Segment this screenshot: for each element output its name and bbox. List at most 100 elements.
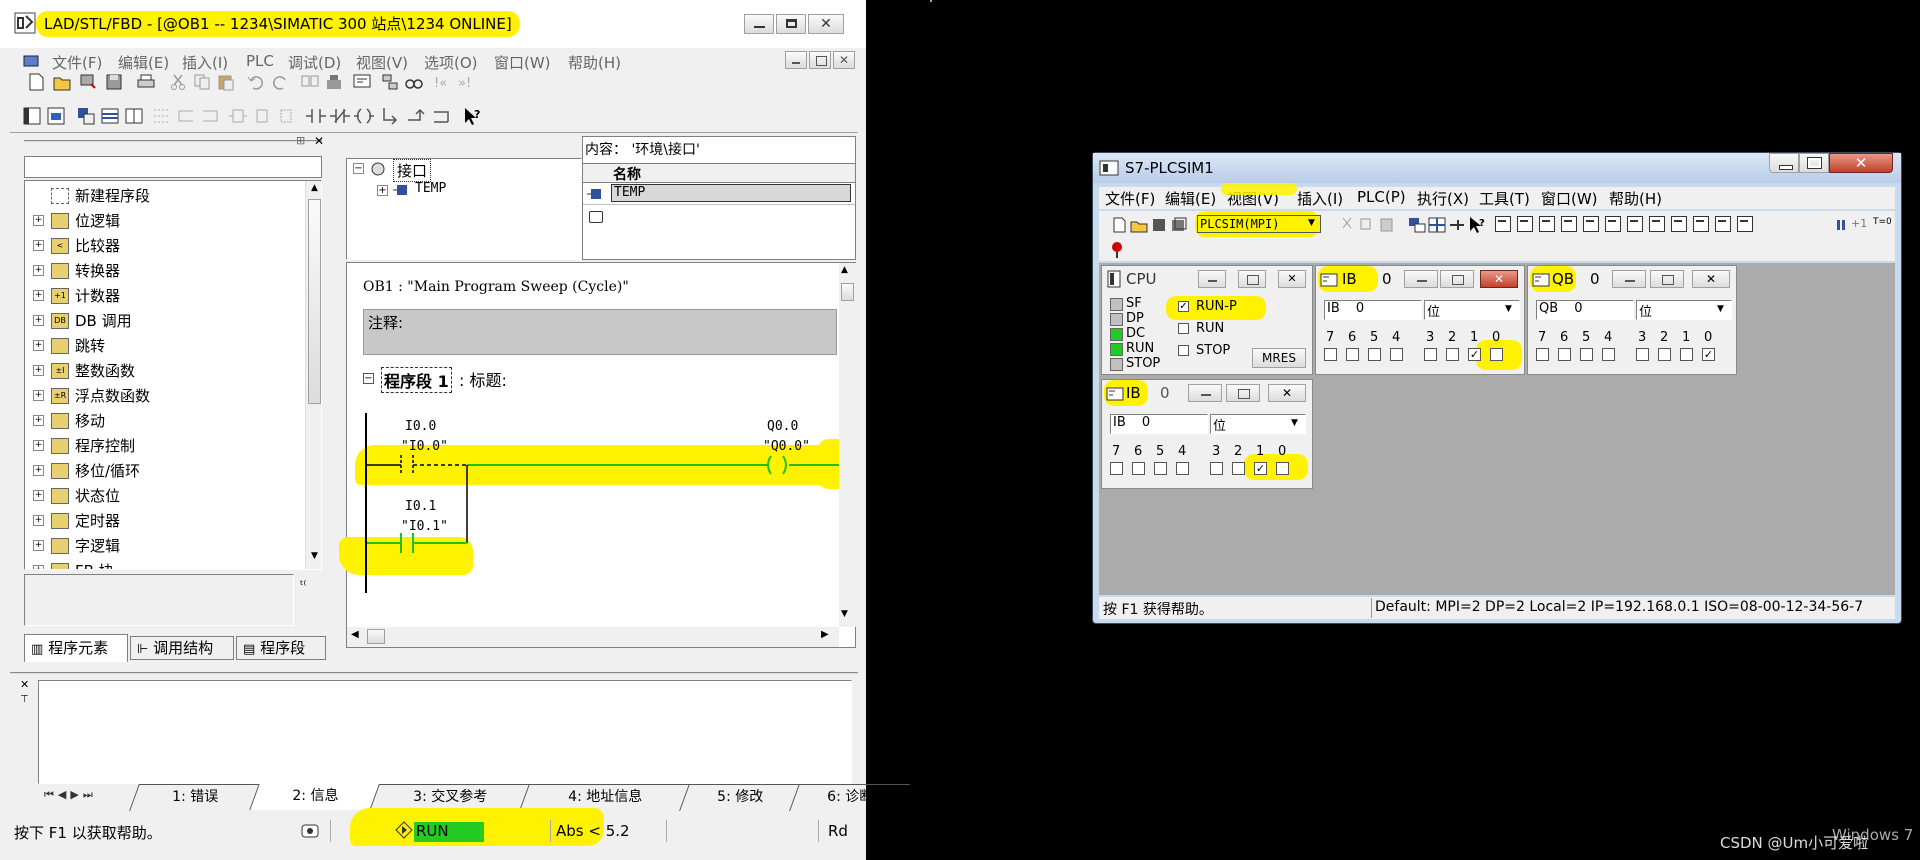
tree-expand-icon[interactable]: + xyxy=(33,515,44,526)
qb-address-field[interactable]: QB 0 xyxy=(1536,300,1634,320)
panel-close-button[interactable]: ✕ xyxy=(1278,270,1306,288)
details-tab[interactable]: 4: 地址信息 xyxy=(519,784,690,811)
mode-checkbox[interactable]: ✓ xyxy=(1178,301,1189,312)
save-all-icon[interactable] xyxy=(1169,215,1189,235)
insert-timer-icon[interactable] xyxy=(1561,216,1577,232)
insert-input-icon[interactable] xyxy=(1495,216,1511,232)
chevron-down-icon[interactable]: ▼ xyxy=(1717,304,1724,314)
tree-item[interactable]: + 字逻辑 xyxy=(33,535,303,557)
insert-stacks-icon[interactable] xyxy=(1693,216,1709,232)
details-tab[interactable]: 3: 交叉参考 xyxy=(369,784,530,811)
panel-maximize-button[interactable] xyxy=(1440,270,1474,288)
insert-generic-icon[interactable] xyxy=(1605,216,1621,232)
tree-expand-icon[interactable]: + xyxy=(33,340,44,351)
tree-item[interactable]: + 跳转 xyxy=(33,335,303,357)
goto-next-icon[interactable]: »! xyxy=(458,72,478,92)
branch-close-icon[interactable] xyxy=(200,106,220,126)
coil-icon[interactable] xyxy=(354,106,374,126)
tree-expand-icon[interactable]: + xyxy=(33,390,44,401)
panel-minimize-button[interactable] xyxy=(1188,384,1222,402)
tree-expand-icon[interactable]: + xyxy=(33,440,44,451)
panel-minimize-button[interactable] xyxy=(1404,270,1438,288)
insert-output-icon[interactable] xyxy=(1517,216,1533,232)
bit-checkbox[interactable] xyxy=(1490,348,1503,361)
bit-checkbox[interactable] xyxy=(1636,348,1649,361)
box2-icon[interactable] xyxy=(252,106,272,126)
mode-checkbox[interactable] xyxy=(1178,345,1189,356)
cut-icon[interactable] xyxy=(1337,215,1357,235)
tree-item[interactable]: + 转换器 xyxy=(33,260,303,282)
maximize-button[interactable] xyxy=(776,14,806,34)
bit-checkbox[interactable] xyxy=(1154,462,1167,475)
stl-view-icon[interactable] xyxy=(100,106,120,126)
branch-up-icon[interactable] xyxy=(406,106,426,126)
details-tab[interactable]: 1: 错误 xyxy=(129,784,260,811)
editor-hscrollbar[interactable]: ◀ ▶ xyxy=(347,627,839,647)
bit-checkbox[interactable] xyxy=(1558,348,1571,361)
panel-pin-icon[interactable]: ⊞ xyxy=(296,134,310,148)
redo-icon[interactable] xyxy=(270,72,290,92)
interface-root-label[interactable]: 接口 xyxy=(393,159,432,182)
branch-close2-icon[interactable] xyxy=(432,106,452,126)
tree-item[interactable]: + ±R 浮点数函数 xyxy=(33,385,303,407)
panel-close-button[interactable]: ✕ xyxy=(1480,270,1518,288)
view-details-icon[interactable] xyxy=(46,106,66,126)
tree-scrollbar[interactable]: ▲ ▼ xyxy=(305,181,321,569)
box3-icon[interactable] xyxy=(276,106,296,126)
panel-maximize-button[interactable] xyxy=(1650,270,1684,288)
comment-area[interactable]: 注释: xyxy=(363,309,837,355)
scroll-down-arrow[interactable]: ▼ xyxy=(308,551,321,564)
scroll-thumb[interactable] xyxy=(308,199,321,404)
chevron-down-icon[interactable]: ▼ xyxy=(1291,418,1298,428)
print-icon[interactable] xyxy=(136,72,156,92)
ib-address-field[interactable]: IB 0 xyxy=(1324,300,1422,320)
tree-expand-icon[interactable]: + xyxy=(33,490,44,501)
panel-minimize-button[interactable] xyxy=(1612,270,1646,288)
bit-checkbox[interactable] xyxy=(1602,348,1615,361)
chevron-down-icon[interactable]: ▼ xyxy=(1308,218,1315,228)
tree-expand-icon[interactable]: + xyxy=(33,465,44,476)
tree-expand-icon[interactable]: + xyxy=(33,565,44,569)
compare-icon[interactable] xyxy=(300,72,320,92)
module-icon[interactable] xyxy=(324,72,344,92)
tree-item[interactable]: + 位逻辑 xyxy=(33,210,303,232)
bit-checkbox[interactable]: ✓ xyxy=(1468,348,1481,361)
network-collapse-icon[interactable]: − xyxy=(363,373,374,384)
tree-item[interactable]: + DB DB 调用 xyxy=(33,310,303,332)
bit-checkbox[interactable] xyxy=(1424,348,1437,361)
minimize-button[interactable] xyxy=(1769,153,1799,173)
bit-checkbox[interactable] xyxy=(1680,348,1693,361)
tree-expand-icon[interactable]: + xyxy=(33,315,44,326)
bit-checkbox[interactable] xyxy=(1210,462,1223,475)
maximize-button[interactable] xyxy=(1799,153,1829,173)
details-close-icon[interactable]: ✕ xyxy=(20,678,29,691)
bit-checkbox[interactable] xyxy=(1658,348,1671,361)
timer-reset[interactable]: T=0 xyxy=(1873,217,1892,227)
menu-help[interactable]: 帮助(H) xyxy=(1609,188,1662,209)
glasses-icon[interactable] xyxy=(404,72,424,92)
details-tab[interactable]: 5: 修改 xyxy=(679,784,800,811)
tree-item[interactable]: + ±I 整数函数 xyxy=(33,360,303,382)
cascade-icon[interactable] xyxy=(1407,215,1427,235)
download-icon[interactable] xyxy=(78,72,98,92)
tree-expand-icon[interactable]: + xyxy=(33,365,44,376)
new-icon[interactable] xyxy=(1109,215,1129,235)
insert-inputs-icon[interactable] xyxy=(1715,216,1731,232)
row-name-cell[interactable]: TEMP xyxy=(611,184,851,202)
open-icon[interactable] xyxy=(1129,215,1149,235)
save-icon[interactable] xyxy=(104,72,124,92)
scroll-left-arrow[interactable]: ◀ xyxy=(351,629,359,640)
paste-icon[interactable] xyxy=(216,72,236,92)
insert-bit-memory-icon[interactable] xyxy=(1539,216,1555,232)
panel-close-button[interactable]: ✕ xyxy=(1268,384,1306,402)
help-cursor-icon[interactable]: ? xyxy=(462,106,482,126)
ib-format-select[interactable]: 位 ▼ xyxy=(1424,300,1520,320)
details-tab[interactable]: 2: 信息 xyxy=(249,784,380,810)
info-toggle-icon[interactable]: ᵗ⁽ xyxy=(300,578,322,600)
child-restore-button[interactable] xyxy=(809,51,831,69)
tree-expand-icon[interactable]: + xyxy=(377,185,388,196)
details-pin-icon[interactable]: ⊤ xyxy=(20,694,29,705)
ib-format-select[interactable]: 位 ▼ xyxy=(1210,414,1306,434)
tab-networks[interactable]: ▤ 程序段 xyxy=(236,636,326,660)
interface-child-label[interactable]: TEMP xyxy=(415,181,446,196)
